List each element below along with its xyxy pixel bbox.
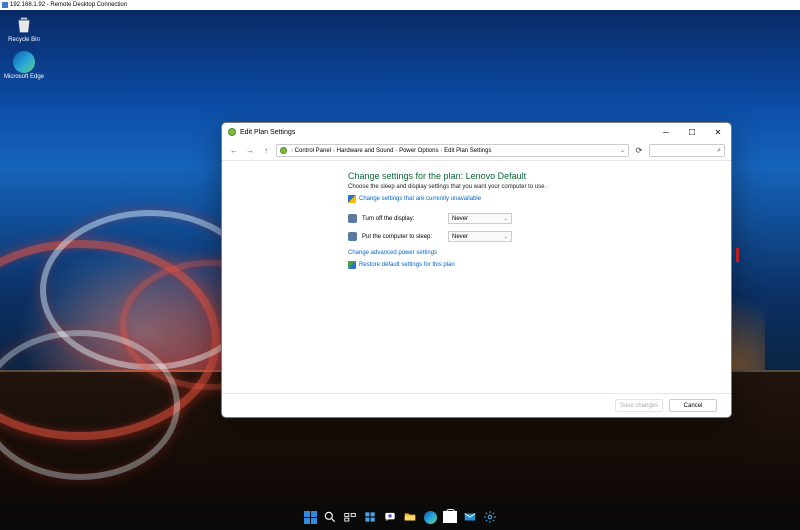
chat-button[interactable] [383,510,397,524]
window-titlebar[interactable]: Edit Plan Settings ─ ☐ ✕ [222,123,731,141]
start-button[interactable] [303,510,317,524]
search-icon: ⌕ [717,147,721,155]
chevron-right-icon: › [395,148,397,154]
display-icon [348,214,357,223]
chevron-down-icon: ⌄ [504,234,508,240]
edge-button[interactable] [423,510,437,524]
desktop-icon-label: Recycle Bin [2,37,46,43]
store-button[interactable] [443,510,457,524]
desktop-icon-edge[interactable]: Microsoft Edge [2,51,46,80]
chevron-right-icon: › [291,148,293,154]
link-label: Change settings that are currently unava… [359,196,481,202]
sleep-timeout-dropdown[interactable]: Never ⌄ [448,231,512,242]
setting-row-sleep: Put the computer to sleep: Never ⌄ [348,231,717,242]
chevron-down-icon[interactable]: ⌄ [620,147,625,154]
chevron-right-icon: › [333,148,335,154]
taskbar[interactable] [0,504,800,530]
rdp-icon [2,2,8,8]
search-input[interactable]: ⌕ [649,144,725,157]
refresh-button[interactable]: ⟳ [633,145,645,157]
restore-defaults-link[interactable]: Restore default settings for this plan [348,261,717,269]
breadcrumb[interactable]: Power Options [399,148,438,154]
chevron-right-icon: › [440,148,442,154]
desktop-icon-label: Microsoft Edge [2,74,46,80]
shield-icon [348,195,356,203]
mail-button[interactable] [463,510,477,524]
sleep-icon [348,232,357,241]
desktop-icons: Recycle Bin Microsoft Edge [2,14,46,88]
save-changes-button[interactable]: Save changes [615,399,663,412]
setting-label: Turn off the display: [362,216,448,222]
page-subtitle: Choose the sleep and display settings th… [348,184,717,190]
edge-icon [13,51,35,73]
setting-label: Put the computer to sleep: [362,234,448,240]
minimize-button[interactable]: ─ [653,124,679,140]
desktop[interactable]: Recycle Bin Microsoft Edge Edit Plan Set… [0,10,800,530]
recycle-bin-icon [13,14,35,36]
desktop-icon-recycle-bin[interactable]: Recycle Bin [2,14,46,43]
admin-unlock-link[interactable]: Change settings that are currently unava… [348,195,717,203]
breadcrumb[interactable]: Hardware and Sound [337,148,394,154]
task-view-button[interactable] [343,510,357,524]
dropdown-value: Never [452,234,468,240]
power-options-icon [280,147,287,154]
window-body: Change settings for the plan: Lenovo Def… [222,161,731,393]
power-options-icon [228,128,236,136]
dropdown-value: Never [452,216,468,222]
breadcrumb[interactable]: Edit Plan Settings [444,148,491,154]
shield-icon [348,261,356,269]
settings-button[interactable] [483,510,497,524]
window-footer: Save changes Cancel [222,393,731,417]
taskbar-search[interactable] [323,510,337,524]
advanced-power-link[interactable]: Change advanced power settings [348,250,717,256]
toolbar: ← → ↑ › Control Panel › Hardware and Sou… [222,141,731,161]
widgets-button[interactable] [363,510,377,524]
file-explorer-button[interactable] [403,510,417,524]
setting-row-display: Turn off the display: Never ⌄ [348,213,717,224]
maximize-button[interactable]: ☐ [679,124,705,140]
window-title: Edit Plan Settings [240,129,295,136]
forward-button[interactable]: → [244,145,256,157]
chevron-down-icon: ⌄ [504,216,508,222]
back-button[interactable]: ← [228,145,240,157]
windows-logo-icon [304,511,317,524]
background-window-sliver [736,248,739,262]
rdp-title: 192.168.1.92 - Remote Desktop Connection [10,2,127,8]
address-bar[interactable]: › Control Panel › Hardware and Sound › P… [276,144,629,157]
up-button[interactable]: ↑ [260,145,272,157]
breadcrumb[interactable]: Control Panel [295,148,331,154]
display-timeout-dropdown[interactable]: Never ⌄ [448,213,512,224]
store-icon [443,511,457,523]
edit-plan-settings-window: Edit Plan Settings ─ ☐ ✕ ← → ↑ › Control… [221,122,732,418]
cancel-button[interactable]: Cancel [669,399,717,412]
page-heading: Change settings for the plan: Lenovo Def… [348,171,717,181]
rdp-titlebar: 192.168.1.92 - Remote Desktop Connection [0,0,800,10]
close-button[interactable]: ✕ [705,124,731,140]
link-label: Restore default settings for this plan [359,262,455,268]
edge-icon [424,511,437,524]
